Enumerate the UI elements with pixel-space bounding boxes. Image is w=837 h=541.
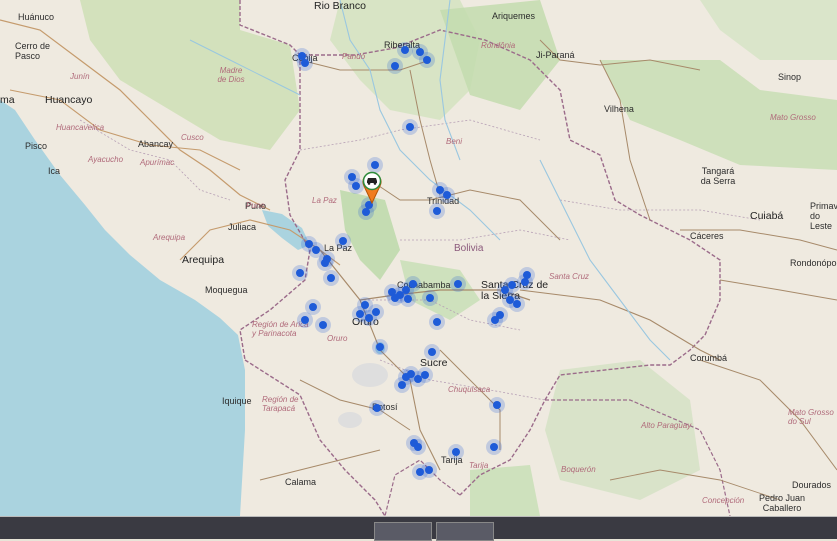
location-marker[interactable] <box>292 265 308 281</box>
location-marker[interactable] <box>368 304 384 320</box>
marker-layer <box>292 42 535 480</box>
location-marker[interactable] <box>398 369 414 385</box>
location-marker[interactable] <box>509 296 525 312</box>
map-view[interactable]: Huánuco Cerro de Pasco Huancayo Pisco Ic… <box>0 0 837 516</box>
location-marker[interactable] <box>317 255 333 271</box>
location-marker[interactable] <box>410 439 426 455</box>
bottom-taskbar <box>0 516 837 541</box>
location-marker[interactable] <box>429 314 445 330</box>
location-marker[interactable] <box>323 270 339 286</box>
location-marker[interactable] <box>315 317 331 333</box>
location-marker[interactable] <box>517 274 533 290</box>
location-marker[interactable] <box>335 233 351 249</box>
location-marker[interactable] <box>369 400 385 416</box>
location-marker[interactable] <box>486 439 502 455</box>
location-marker[interactable] <box>422 290 438 306</box>
location-marker[interactable] <box>397 42 413 58</box>
location-marker[interactable] <box>387 290 403 306</box>
car-icon <box>366 176 378 185</box>
location-marker[interactable] <box>297 312 313 328</box>
location-marker[interactable] <box>429 203 445 219</box>
location-marker[interactable] <box>424 344 440 360</box>
location-marker[interactable] <box>419 52 435 68</box>
location-marker[interactable] <box>439 187 455 203</box>
location-marker[interactable] <box>450 276 466 292</box>
location-marker[interactable] <box>297 55 313 71</box>
location-marker[interactable] <box>402 119 418 135</box>
taskbar-item[interactable] <box>374 522 432 541</box>
location-marker[interactable] <box>489 397 505 413</box>
location-marker[interactable] <box>405 276 421 292</box>
location-marker[interactable] <box>358 204 374 220</box>
location-marker[interactable] <box>412 464 428 480</box>
selected-location-marker[interactable] <box>361 170 383 204</box>
taskbar-item[interactable] <box>436 522 494 541</box>
location-marker[interactable] <box>372 339 388 355</box>
location-marker[interactable] <box>387 58 403 74</box>
location-marker[interactable] <box>417 367 433 383</box>
location-marker[interactable] <box>448 444 464 460</box>
location-marker[interactable] <box>487 312 503 328</box>
